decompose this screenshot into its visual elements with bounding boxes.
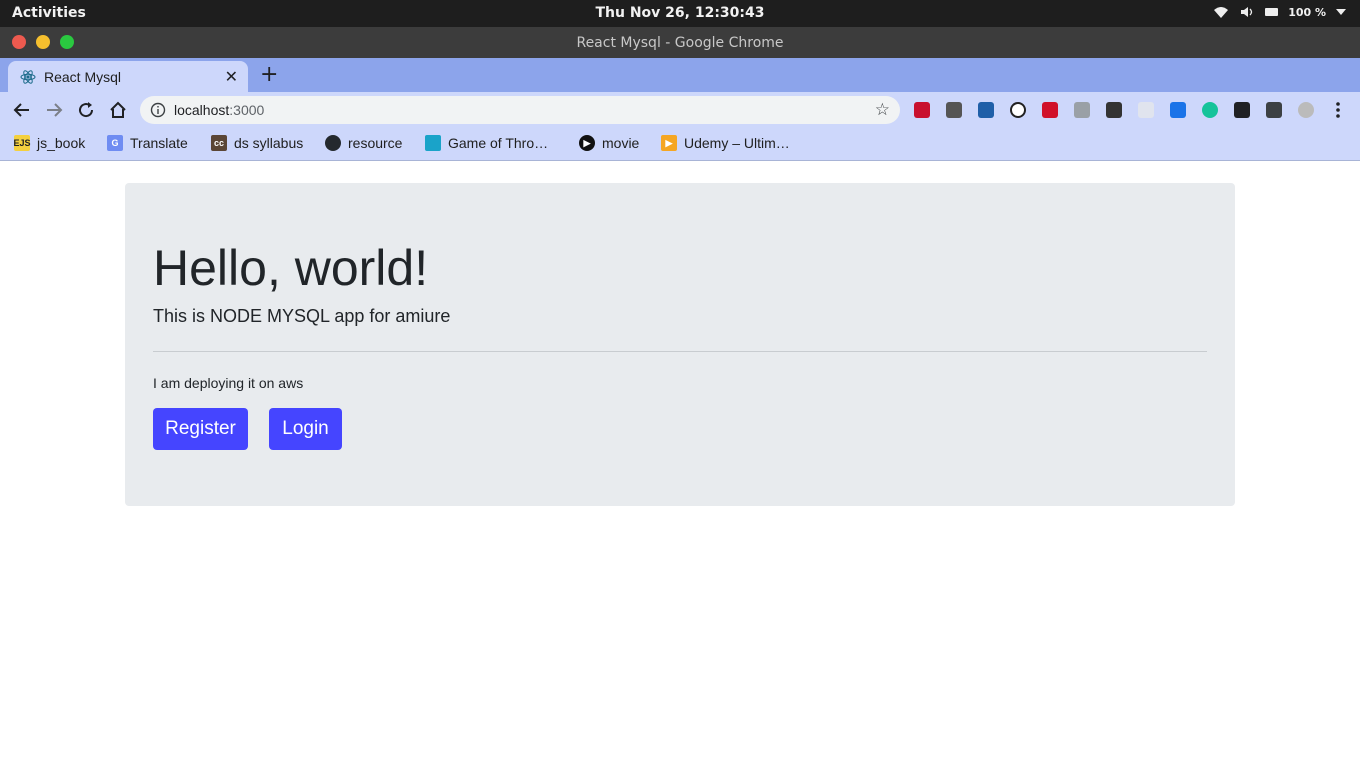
window-titlebar: React Mysql - Google Chrome: [0, 27, 1360, 58]
tab-label: React Mysql: [44, 69, 122, 85]
extension-cloud-icon[interactable]: [978, 102, 994, 118]
note-text: I am deploying it on aws: [153, 375, 304, 391]
battery-level: 100 %: [1288, 5, 1326, 19]
close-icon[interactable]: ✕: [225, 67, 238, 86]
volume-icon: [1241, 7, 1253, 17]
media-queue-icon[interactable]: [1266, 102, 1282, 118]
tab-strip: React Mysql ✕ +: [0, 58, 1360, 92]
chevron-down-icon: [1336, 9, 1346, 15]
wifi-icon: [1214, 7, 1229, 18]
github-icon: [325, 135, 341, 151]
bookmark-translate[interactable]: G Translate: [107, 135, 188, 151]
login-button[interactable]: Login: [269, 408, 342, 450]
bookmark-ds-syllabus[interactable]: cc ds syllabus: [211, 135, 303, 151]
back-button[interactable]: [12, 100, 32, 120]
url-text[interactable]: localhost:3000: [174, 102, 264, 118]
more-vert-icon: [1336, 102, 1340, 118]
reload-button[interactable]: [76, 100, 96, 120]
cc-icon: cc: [211, 135, 227, 151]
ejs-icon: EJS: [14, 135, 31, 151]
bookmark-label: ds syllabus: [234, 135, 304, 151]
bookmark-udemy[interactable]: ▶ Udemy – Ultim…: [661, 135, 790, 151]
chrome-menu-button[interactable]: [1328, 100, 1348, 120]
extension-send-icon[interactable]: [1170, 102, 1186, 118]
bookmark-label: Game of Thro…: [448, 135, 549, 151]
extension-bar-icon[interactable]: [1106, 102, 1122, 118]
home-icon: [110, 101, 126, 118]
divider: [153, 351, 1207, 352]
grammarly-icon[interactable]: [1202, 102, 1218, 118]
arrow-left-icon: [13, 103, 29, 117]
clock[interactable]: Thu Nov 26, 12:30:43: [0, 5, 1360, 21]
bookmarks-bar: EJS js_book G Translate cc ds syllabus r…: [0, 128, 1360, 161]
address-bar[interactable]: localhost:3000 ☆: [140, 96, 900, 124]
bookmark-movie[interactable]: ▶ movie: [579, 135, 639, 151]
bookmark-label: Translate: [130, 135, 188, 151]
arrow-right-icon: [47, 103, 63, 117]
extension-c-icon[interactable]: [1074, 102, 1090, 118]
bookmark-resource[interactable]: resource: [325, 135, 402, 151]
info-icon[interactable]: [150, 102, 166, 118]
home-button[interactable]: [108, 100, 128, 120]
bookmark-label: movie: [602, 135, 640, 151]
battery-icon: [1265, 8, 1279, 16]
extension-pen-icon[interactable]: [946, 102, 962, 118]
new-tab-button[interactable]: +: [260, 62, 278, 87]
udemy-icon: ▶: [661, 135, 677, 151]
url-port: :3000: [229, 102, 265, 118]
bookmark-star-icon[interactable]: ☆: [875, 100, 890, 120]
jumbotron: Hello, world! This is NODE MYSQL app for…: [125, 183, 1235, 506]
window-title: React Mysql - Google Chrome: [576, 35, 784, 51]
extension-red-icon[interactable]: [914, 102, 930, 118]
forward-button[interactable]: [44, 100, 64, 120]
extension-circle-icon[interactable]: [1010, 102, 1026, 118]
tab-react-mysql[interactable]: React Mysql ✕: [8, 61, 248, 92]
play-icon: ▶: [579, 135, 595, 151]
bookmark-label: resource: [348, 135, 403, 151]
extension-bug-icon[interactable]: [1042, 102, 1058, 118]
bookmark-game-of-thrones[interactable]: Game of Thro…: [425, 135, 548, 151]
url-host: localhost: [174, 102, 230, 118]
lead-text: This is NODE MYSQL app for amiure: [153, 306, 451, 326]
reload-icon: [79, 102, 94, 118]
page-title: Hello, world!: [153, 240, 429, 296]
extension-dots-icon[interactable]: [1138, 102, 1154, 118]
os-topbar: Activities Thu Nov 26, 12:30:43 100 %: [0, 0, 1360, 27]
bookmark-label: js_book: [37, 135, 86, 151]
extensions-puzzle-icon[interactable]: [1234, 102, 1250, 118]
bookmark-label: Udemy – Ultim…: [684, 135, 790, 151]
translate-icon: G: [107, 135, 123, 151]
browser-toolbar: localhost:3000 ☆: [0, 92, 1360, 128]
profile-avatar[interactable]: [1298, 102, 1314, 118]
system-tray[interactable]: 100 %: [1213, 5, 1346, 19]
react-icon: [20, 70, 36, 84]
bookmark-js-book[interactable]: EJS js_book: [14, 135, 85, 151]
register-button[interactable]: Register: [153, 408, 248, 450]
game-icon: [425, 135, 441, 151]
